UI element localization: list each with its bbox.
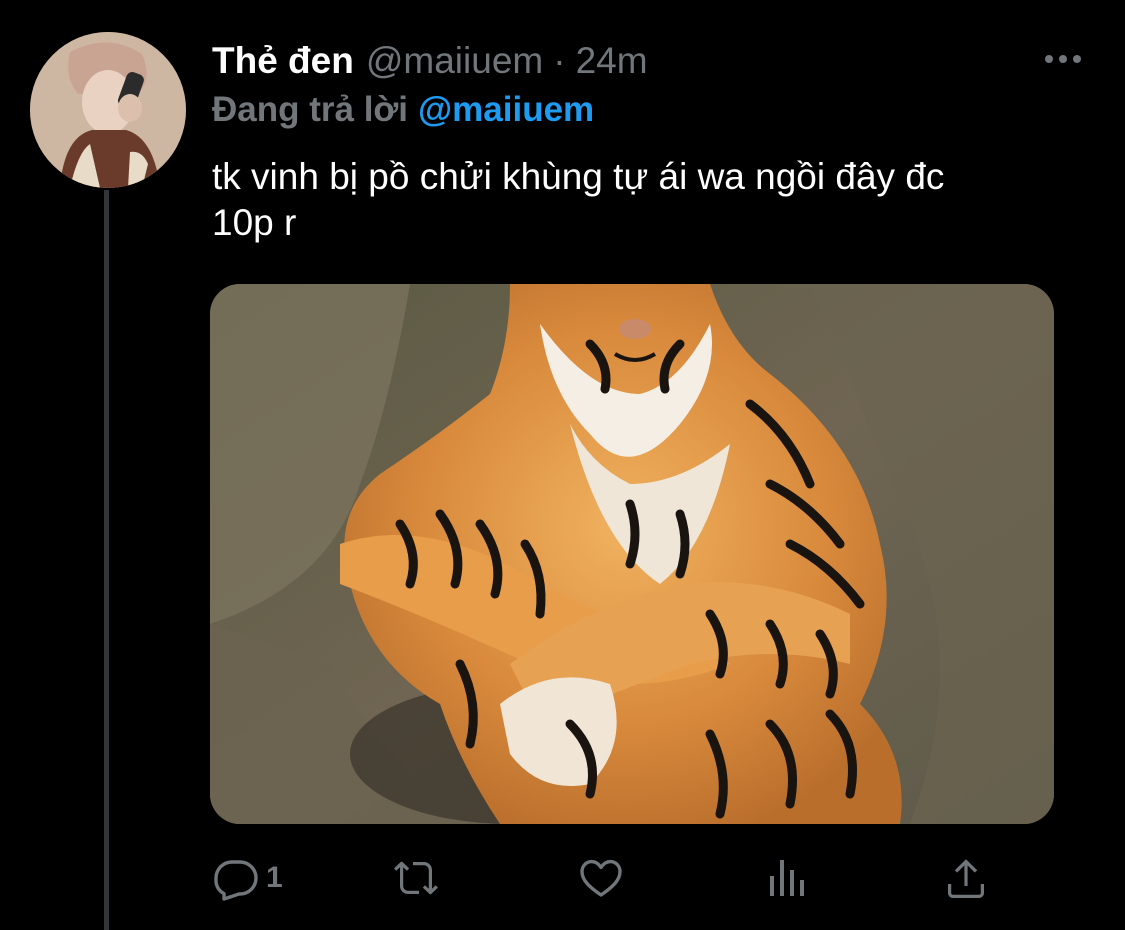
- thread-line: [104, 190, 109, 930]
- retweet-button[interactable]: [392, 848, 446, 908]
- like-button[interactable]: [577, 848, 631, 908]
- avatar[interactable]: [30, 32, 186, 188]
- avatar-image: [30, 32, 186, 188]
- tweet-action-bar: 1: [212, 848, 1012, 908]
- share-icon: [948, 859, 984, 898]
- display-name[interactable]: Thẻ đen: [212, 40, 354, 82]
- analytics-icon: [770, 860, 804, 896]
- tiger-image: [210, 284, 1054, 824]
- replying-to-line: Đang trả lời @maiiuem: [212, 90, 594, 130]
- more-dots-icon: [1045, 55, 1081, 63]
- like-icon: [580, 859, 622, 897]
- share-button[interactable]: [942, 848, 990, 908]
- separator-dot: ·: [553, 40, 566, 81]
- reply-button[interactable]: 1: [212, 848, 283, 908]
- reply-icon: [214, 860, 258, 901]
- reply-count: 1: [266, 861, 283, 894]
- tweet-text: tk vinh bị pồ chửi khùng tự ái wa ngồi đ…: [212, 156, 945, 243]
- analytics-button[interactable]: [762, 848, 810, 908]
- user-handle[interactable]: @maiiuem: [366, 40, 543, 82]
- replying-prefix: Đang trả lời: [212, 90, 409, 129]
- timestamp[interactable]: 24m: [576, 40, 648, 82]
- retweet-icon: [394, 861, 438, 895]
- tweet-photo[interactable]: [210, 284, 1054, 824]
- tweet-header: Thẻ đen @maiiuem · 24m: [212, 38, 648, 84]
- reply-mention-link[interactable]: @maiiuem: [418, 90, 594, 129]
- more-options-button[interactable]: [1038, 44, 1088, 74]
